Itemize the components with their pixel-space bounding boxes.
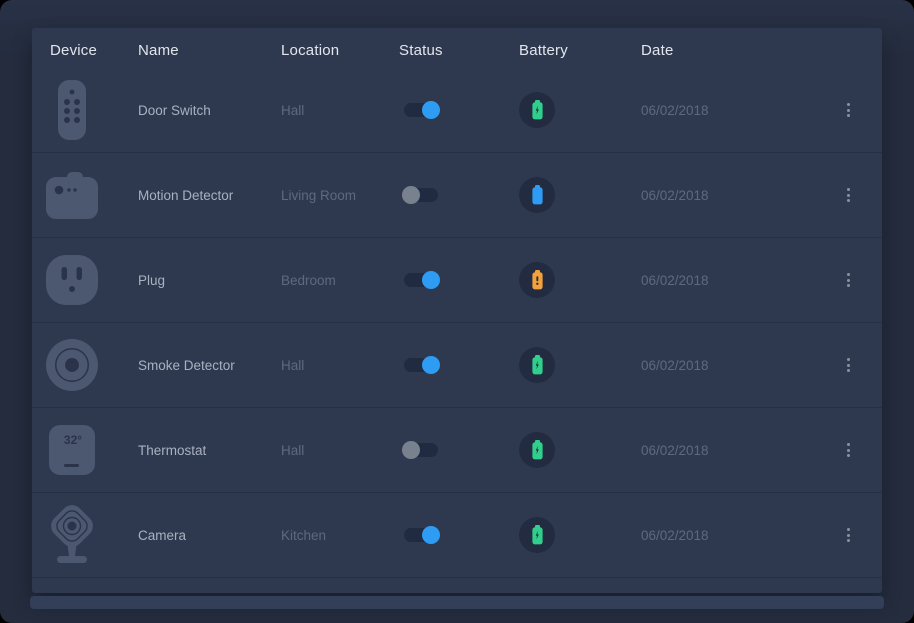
toggle-knob [422,271,440,289]
status-toggle[interactable] [404,443,438,457]
device-name: Motion Detector [138,188,233,203]
device-location: Living Room [281,188,356,203]
device-location: Hall [281,443,304,458]
bottom-edge-decoration [30,596,884,609]
status-toggle[interactable] [404,103,438,117]
column-header-device: Device [50,42,138,59]
table-row: Smoke Detector Hall 06/02/2018 [32,323,882,408]
battery-charging-icon [519,432,555,468]
toggle-knob [422,101,440,119]
column-header-location: Location [281,42,399,59]
device-date: 06/02/2018 [641,188,709,203]
table-row: Door Switch Hall 06/02/2018 [32,68,882,153]
toggle-knob [422,356,440,374]
motion-detector-icon [46,171,98,219]
kebab-menu-icon[interactable] [843,184,854,206]
column-header-battery: Battery [519,42,641,59]
table-row: 32° Thermostat Hall 06/02/2018 [32,408,882,493]
device-date: 06/02/2018 [641,528,709,543]
table-row: Plug Bedroom 06/02/2018 [32,238,882,323]
kebab-menu-icon[interactable] [843,524,854,546]
plug-icon [46,255,98,305]
battery-charging-icon [519,92,555,128]
device-name: Door Switch [138,103,211,118]
device-location: Hall [281,358,304,373]
kebab-menu-icon[interactable] [843,99,854,121]
device-location: Bedroom [281,273,336,288]
status-toggle[interactable] [404,188,438,202]
battery-charging-icon [519,347,555,383]
svg-text:32°: 32° [64,433,82,447]
door-switch-icon [46,80,98,140]
column-header-date: Date [641,42,791,59]
battery-charging-icon [519,517,555,553]
smoke-detector-icon [46,337,98,393]
toggle-knob [402,441,420,459]
table-row: Motion Detector Living Room 06/02/2018 [32,153,882,238]
thermostat-icon: 32° [46,425,98,475]
toggle-knob [422,526,440,544]
table-row: Camera Kitchen 06/02/2018 [32,493,882,578]
status-toggle[interactable] [404,358,438,372]
device-location: Hall [281,103,304,118]
app-window: Device Name Location Status Battery Date… [0,0,914,623]
kebab-menu-icon[interactable] [843,269,854,291]
table-body: Door Switch Hall 06/02/2018 Motion Detec… [32,68,882,578]
column-header-status: Status [399,42,519,59]
table-header: Device Name Location Status Battery Date [32,28,882,68]
kebab-menu-icon[interactable] [843,354,854,376]
camera-icon [46,504,98,566]
device-table-card: Device Name Location Status Battery Date… [32,28,882,593]
column-header-name: Name [138,42,281,59]
device-name: Camera [138,528,186,543]
status-toggle[interactable] [404,528,438,542]
device-name: Plug [138,273,165,288]
battery-low-icon [519,262,555,298]
toggle-knob [402,186,420,204]
device-location: Kitchen [281,528,326,543]
battery-full-icon [519,177,555,213]
device-date: 06/02/2018 [641,358,709,373]
device-name: Thermostat [138,443,206,458]
device-date: 06/02/2018 [641,103,709,118]
device-date: 06/02/2018 [641,273,709,288]
kebab-menu-icon[interactable] [843,439,854,461]
status-toggle[interactable] [404,273,438,287]
device-name: Smoke Detector [138,358,235,373]
device-date: 06/02/2018 [641,443,709,458]
